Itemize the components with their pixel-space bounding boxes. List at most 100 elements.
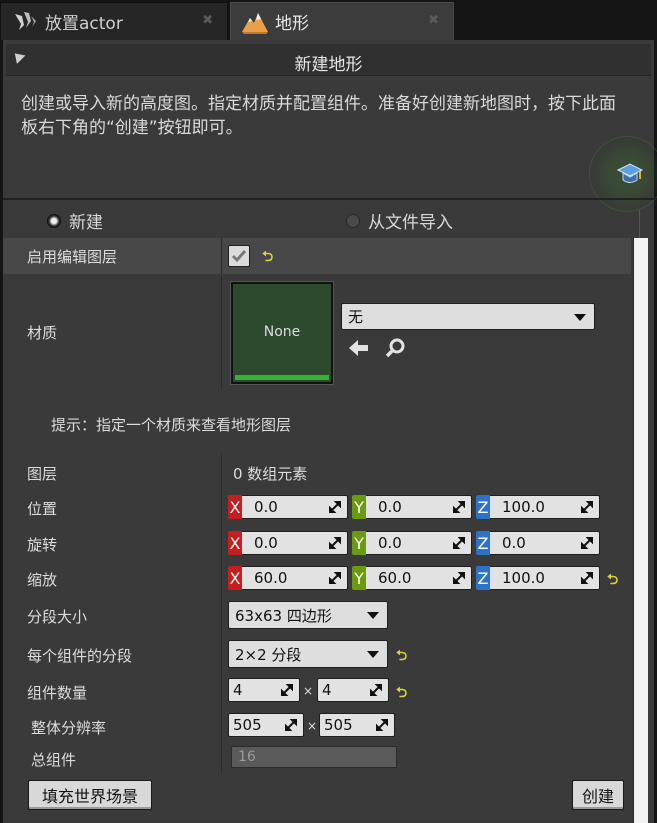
column-divider[interactable] <box>221 454 222 774</box>
thumbnail-asset-bar <box>235 375 329 380</box>
enable-edit-layers-checkbox[interactable] <box>228 245 250 267</box>
material-label: 材质 <box>27 324 58 342</box>
x-axis-tag: X <box>228 495 242 519</box>
drag-spin-icon[interactable] <box>453 501 465 513</box>
components-y-value: 4 <box>322 681 332 699</box>
sections-per-component-value: 2×2 分段 <box>235 645 302 664</box>
section-size-dropdown[interactable]: 63x63 四边形 <box>228 601 388 629</box>
location-z-value: 100.0 <box>502 498 545 516</box>
rotation-y-field[interactable]: Y 0.0 <box>352 531 472 555</box>
scale-z-value: 100.0 <box>502 569 545 587</box>
tutorial-cap-icon[interactable] <box>616 161 644 187</box>
radio-label: 从文件导入 <box>368 213 453 233</box>
sections-per-component-dropdown[interactable]: 2×2 分段 <box>228 640 388 668</box>
components-y-input[interactable]: 4 <box>317 678 389 702</box>
y-axis-tag: Y <box>352 566 366 590</box>
tab-place-actor[interactable]: 放置actor ✖ <box>0 2 228 40</box>
components-x-input[interactable]: 4 <box>228 678 300 702</box>
drag-spin-icon[interactable] <box>581 537 593 549</box>
fill-world-button[interactable]: 填充世界场景 <box>28 780 152 810</box>
resolution-y-input[interactable]: 505 <box>319 713 395 737</box>
section-header[interactable]: 新建地形 <box>6 44 651 76</box>
scale-y-value: 60.0 <box>378 569 412 587</box>
reset-to-default-icon[interactable]: ⮌ <box>607 569 618 593</box>
rotation-y-value: 0.0 <box>378 534 402 552</box>
column-divider[interactable] <box>221 238 222 274</box>
tab-landscape[interactable]: 地形 ✖ <box>230 2 454 40</box>
reset-to-default-icon[interactable]: ⮌ <box>396 645 407 669</box>
scale-x-field[interactable]: X 60.0 <box>228 566 348 590</box>
close-icon[interactable]: ✖ <box>202 13 213 28</box>
reset-to-default-icon[interactable]: ⮌ <box>262 246 273 270</box>
chevron-down-icon <box>574 313 586 321</box>
radio-button[interactable] <box>346 213 360 228</box>
column-divider[interactable] <box>221 276 222 390</box>
drag-spin-icon[interactable] <box>376 719 388 731</box>
total-components-value: 16 <box>231 746 397 768</box>
chevron-down-icon <box>367 651 379 658</box>
material-value: 无 <box>348 308 364 326</box>
radio-button-selected[interactable] <box>47 213 61 228</box>
scroll-track <box>639 210 640 238</box>
location-label: 位置 <box>27 500 58 518</box>
drag-spin-icon[interactable] <box>453 572 465 584</box>
location-x-input[interactable]: 0.0 <box>242 495 348 519</box>
reset-to-default-icon[interactable]: ⮌ <box>396 682 407 706</box>
radio-import-from-file[interactable]: 从文件导入 <box>346 208 453 233</box>
rotation-y-input[interactable]: 0.0 <box>366 531 472 555</box>
use-selected-asset-icon[interactable] <box>348 339 370 361</box>
x-axis-tag: X <box>228 566 242 590</box>
location-y-input[interactable]: 0.0 <box>366 495 472 519</box>
rotation-z-field[interactable]: Z 0.0 <box>476 531 600 555</box>
drag-spin-icon[interactable] <box>453 537 465 549</box>
resolution-y-value: 505 <box>324 716 353 734</box>
z-axis-tag: Z <box>476 531 490 555</box>
checkmark-icon <box>231 250 247 263</box>
times-sign: × <box>303 684 314 698</box>
panel-description: 创建或导入新的高度图。指定材质并配置组件。准备好创建新地图时，按下此面板右下角的… <box>21 94 616 138</box>
chevron-down-icon <box>367 612 379 619</box>
sections-per-component-label: 每个组件的分段 <box>27 647 133 665</box>
drag-spin-icon[interactable] <box>329 501 341 513</box>
scrollbar[interactable] <box>633 238 648 823</box>
drag-spin-icon[interactable] <box>370 684 382 696</box>
location-z-field[interactable]: Z 100.0 <box>476 495 600 519</box>
location-x-field[interactable]: X 0.0 <box>228 495 348 519</box>
resolution-x-input[interactable]: 505 <box>228 713 304 737</box>
drag-spin-icon[interactable] <box>285 719 297 731</box>
scale-y-input[interactable]: 60.0 <box>366 566 472 590</box>
material-thumbnail[interactable]: None <box>231 282 333 384</box>
section-title: 新建地形 <box>294 55 363 75</box>
drag-spin-icon[interactable] <box>329 572 341 584</box>
material-hint: 提示：指定一个材质来查看地形图层 <box>51 416 292 434</box>
rotation-z-input[interactable]: 0.0 <box>490 531 600 555</box>
create-button[interactable]: 创建 <box>572 780 624 810</box>
tab-label: 地形 <box>275 14 309 34</box>
landscape-icon <box>241 9 269 35</box>
drag-spin-icon[interactable] <box>329 537 341 549</box>
times-sign: × <box>307 719 318 733</box>
scale-y-field[interactable]: Y 60.0 <box>352 566 472 590</box>
close-icon[interactable]: ✖ <box>428 13 439 28</box>
radio-new[interactable]: 新建 <box>47 208 103 233</box>
drag-spin-icon[interactable] <box>581 501 593 513</box>
scale-label: 缩放 <box>27 571 58 589</box>
thumbnail-label: None <box>263 324 301 340</box>
enable-edit-layers-label: 启用编辑图层 <box>27 248 118 266</box>
number-of-components-label: 组件数量 <box>27 684 88 702</box>
browse-asset-search-icon[interactable] <box>384 338 406 362</box>
scale-z-input[interactable]: 100.0 <box>490 566 600 590</box>
overall-resolution-label: 整体分辨率 <box>31 719 107 737</box>
landscape-panel: 新建地形 创建或导入新的高度图。指定材质并配置组件。准备好创建新地图时，按下此面… <box>3 40 657 823</box>
location-z-input[interactable]: 100.0 <box>490 495 600 519</box>
scale-x-input[interactable]: 60.0 <box>242 566 348 590</box>
rotation-x-field[interactable]: X 0.0 <box>228 531 348 555</box>
drag-spin-icon[interactable] <box>581 572 593 584</box>
scale-z-field[interactable]: Z 100.0 <box>476 566 600 590</box>
drag-spin-icon[interactable] <box>281 684 293 696</box>
y-axis-tag: Y <box>352 495 366 519</box>
rotation-x-input[interactable]: 0.0 <box>242 531 348 555</box>
layers-value: 0 数组元素 <box>233 465 308 483</box>
location-y-field[interactable]: Y 0.0 <box>352 495 472 519</box>
material-asset-dropdown[interactable]: 无 <box>341 303 595 330</box>
